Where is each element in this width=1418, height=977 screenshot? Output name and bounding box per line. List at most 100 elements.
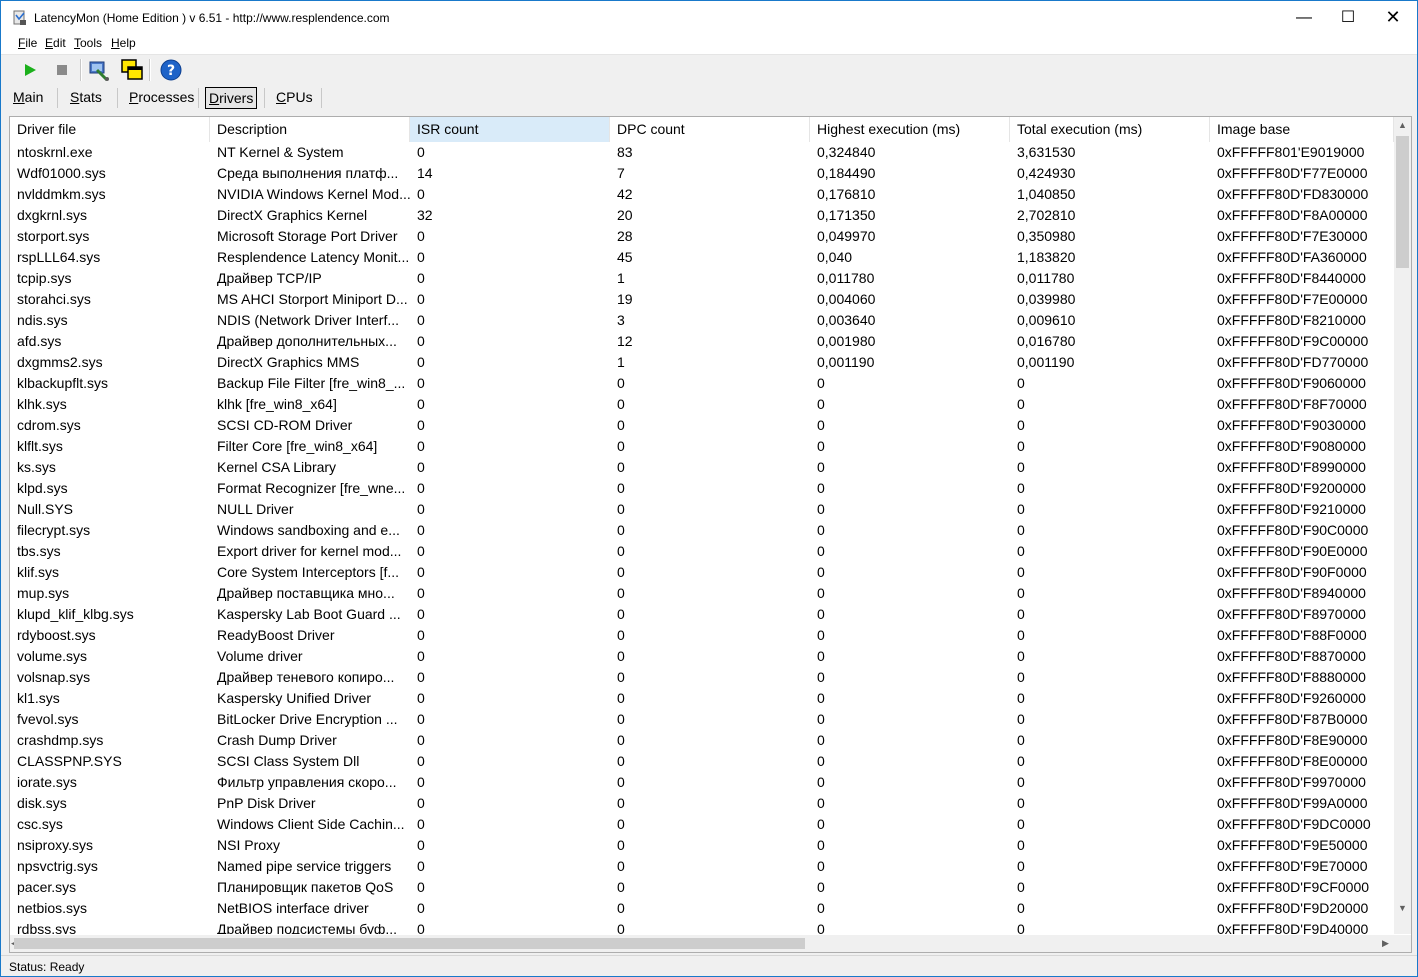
table-row[interactable]: tbs.sys Export driver for kernel mod... 0 0…: [10, 541, 1394, 562]
table-row[interactable]: disk.sys PnP Disk Driver 0 0 0 0 0xFFFFF80D'F9…: [10, 793, 1394, 814]
drivers-list[interactable]: Driver file Description ISR count DPC co…: [9, 116, 1412, 953]
tab-processes[interactable]: Processes: [126, 87, 197, 107]
vertical-scroll-thumb[interactable]: [1396, 136, 1409, 268]
table-row[interactable]: nvlddmkm.sys NVIDIA Windows Kernel Mod...…: [10, 184, 1394, 205]
table-row[interactable]: crashdmp.sys Crash Dump Driver 0 0 0 0 0xFFFFF…: [10, 730, 1394, 751]
cell-image-base: 0xFFFFF80D'F8E00000: [1217, 753, 1368, 769]
table-row[interactable]: klflt.sys Filter Core [fre_win8_x64] 0 0 0 0 0…: [10, 436, 1394, 457]
stop-button[interactable]: [50, 58, 74, 82]
vertical-scrollbar[interactable]: ▲ ▼: [1394, 117, 1411, 934]
table-row[interactable]: cdrom.sys SCSI CD-ROM Driver 0 0 0 0 0xFFFFF80…: [10, 415, 1394, 436]
scroll-up-icon[interactable]: ▲: [1394, 117, 1411, 134]
tab-drivers[interactable]: Drivers: [205, 87, 258, 109]
table-row[interactable]: volsnap.sys Драйвер теневого копиро... 0 0 0…: [10, 667, 1394, 688]
menu-tools[interactable]: Tools: [74, 36, 102, 50]
table-row[interactable]: storport.sys Microsoft Storage Port Drive…: [10, 226, 1394, 247]
menu-help[interactable]: Help: [111, 36, 136, 50]
table-row[interactable]: storahci.sys MS AHCI Storport Miniport D.…: [10, 289, 1394, 310]
horizontal-scroll-thumb[interactable]: [14, 938, 805, 949]
column-highest-execution[interactable]: Highest execution (ms): [810, 117, 1010, 142]
table-row[interactable]: tcpip.sys Драйвер TCP/IP 0 1 0,011780 0,01178…: [10, 268, 1394, 289]
cell-total-execution: 0,001190: [1017, 354, 1075, 370]
table-row[interactable]: rdyboost.sys ReadyBoost Driver 0 0 0 0 0xFFFFF…: [10, 625, 1394, 646]
cell-image-base: 0xFFFFF80D'F8440000: [1217, 270, 1366, 286]
horizontal-scrollbar[interactable]: ◀ ▶: [10, 935, 1394, 952]
table-row[interactable]: netbios.sys NetBIOS interface driver 0 0 0 0 0…: [10, 898, 1394, 919]
maximize-button[interactable]: ☐: [1325, 1, 1371, 34]
table-row[interactable]: Null.SYS NULL Driver 0 0 0 0 0xFFFFF80D'F92100…: [10, 499, 1394, 520]
table-row[interactable]: iorate.sys Фильтр управления скоро... 0 0 0 0…: [10, 772, 1394, 793]
cell-description: Format Recognizer [fre_wne...: [217, 480, 406, 496]
scroll-right-icon[interactable]: ▶: [1377, 935, 1394, 952]
table-row[interactable]: csc.sys Windows Client Side Cachin... 0 0 0 0…: [10, 814, 1394, 835]
cell-image-base: 0xFFFFF80D'F8940000: [1217, 585, 1366, 601]
table-row[interactable]: ks.sys Kernel CSA Library 0 0 0 0 0xFFFFF80D'F…: [10, 457, 1394, 478]
table-row[interactable]: afd.sys Драйвер дополнительных... 0 12 0,001…: [10, 331, 1394, 352]
table-row[interactable]: nsiproxy.sys NSI Proxy 0 0 0 0 0xFFFFF80D'F9E5…: [10, 835, 1394, 856]
cell-dpc-count: 1: [617, 354, 625, 370]
cell-description: Планировщик пакетов QoS: [217, 879, 394, 895]
cell-total-execution: 0: [1017, 690, 1025, 706]
cell-total-execution: 0: [1017, 753, 1025, 769]
table-row[interactable]: npsvctrig.sys Named pipe service triggers…: [10, 856, 1394, 877]
cell-total-execution: 0: [1017, 627, 1025, 643]
tab-cpus[interactable]: CPUs: [273, 87, 316, 107]
cell-description: klhk [fre_win8_x64]: [217, 396, 337, 412]
cell-description: Volume driver: [217, 648, 303, 664]
column-description[interactable]: Description: [210, 117, 410, 142]
cell-driver-file: ndis.sys: [17, 312, 68, 328]
menu-edit[interactable]: Edit: [45, 36, 66, 50]
cell-dpc-count: 0: [617, 669, 625, 685]
scroll-down-icon[interactable]: ▼: [1394, 900, 1411, 917]
cell-description: Filter Core [fre_win8_x64]: [217, 438, 378, 454]
cell-image-base: 0xFFFFF80D'F8F70000: [1217, 396, 1367, 412]
column-driver-file[interactable]: Driver file: [10, 117, 210, 142]
table-row[interactable]: klpd.sys Format Recognizer [fre_wne... 0 0 0…: [10, 478, 1394, 499]
cell-dpc-count: 83: [617, 144, 633, 160]
column-dpc-count[interactable]: DPC count: [610, 117, 810, 142]
table-row[interactable]: fvevol.sys BitLocker Drive Encryption ...…: [10, 709, 1394, 730]
title-bar[interactable]: LatencyMon (Home Edition ) v 6.51 - http…: [1, 1, 1417, 34]
table-row[interactable]: klupd_klif_klbg.sys Kaspersky Lab Boot Gu…: [10, 604, 1394, 625]
table-row[interactable]: dxgmms2.sys DirectX Graphics MMS 0 1 0,00119…: [10, 352, 1394, 373]
table-row[interactable]: ntoskrnl.exe NT Kernel & System 0 83 0,32484…: [10, 142, 1394, 163]
cell-total-execution: 0,011780: [1017, 270, 1075, 286]
help-button[interactable]: ?: [159, 58, 183, 82]
tab-stats[interactable]: Stats: [67, 87, 105, 107]
cell-highest-execution: 0,003640: [817, 312, 876, 328]
close-button[interactable]: ✕: [1370, 1, 1416, 34]
table-row[interactable]: klhk.sys klhk [fre_win8_x64] 0 0 0 0 0xFFFFF80…: [10, 394, 1394, 415]
column-total-execution[interactable]: Total execution (ms): [1010, 117, 1210, 142]
table-row[interactable]: klbackupflt.sys Backup File Filter [fre_w…: [10, 373, 1394, 394]
menu-bar: File Edit Tools Help: [1, 34, 1417, 55]
cell-driver-file: Null.SYS: [17, 501, 74, 517]
toolbar-separator: [149, 59, 151, 81]
table-row[interactable]: dxgkrnl.sys DirectX Graphics Kernel 32 20 0,…: [10, 205, 1394, 226]
table-row[interactable]: rdbss.sys Драйвер подсистемы буф... 0 0 0 0 0x…: [10, 919, 1394, 934]
table-row[interactable]: klif.sys Core System Interceptors [f... 0 0…: [10, 562, 1394, 583]
column-isr-count[interactable]: ISR count: [410, 117, 610, 142]
cell-dpc-count: 0: [617, 606, 625, 622]
cell-driver-file: storport.sys: [17, 228, 90, 244]
minimize-button[interactable]: —: [1281, 1, 1327, 34]
table-row[interactable]: ndis.sys NDIS (Network Driver Interf... 0 3…: [10, 310, 1394, 331]
column-image-base[interactable]: Image base: [1210, 117, 1394, 142]
table-row[interactable]: kl1.sys Kaspersky Unified Driver 0 0 0 0 0xFFF…: [10, 688, 1394, 709]
table-row[interactable]: pacer.sys Планировщик пакетов QoS 0 0 0 0 0xFF…: [10, 877, 1394, 898]
cell-image-base: 0xFFFFF80D'F9DC0000: [1217, 816, 1371, 832]
start-button[interactable]: [18, 58, 42, 82]
tab-main[interactable]: Main: [10, 87, 46, 107]
windows-button[interactable]: [120, 58, 144, 82]
table-row[interactable]: Wdf01000.sys Среда выполнения платф... 14 7…: [10, 163, 1394, 184]
cell-highest-execution: 0: [817, 585, 825, 601]
tools-button[interactable]: [87, 58, 111, 82]
table-row[interactable]: CLASSPNP.SYS SCSI Class System Dll 0 0 0 0 0xF…: [10, 751, 1394, 772]
table-row[interactable]: rspLLL64.sys Resplendence Latency Monit..…: [10, 247, 1394, 268]
cell-isr-count: 0: [417, 858, 425, 874]
cell-description: Драйвер TCP/IP: [217, 270, 322, 286]
table-row[interactable]: volume.sys Volume driver 0 0 0 0 0xFFFFF80D'F8…: [10, 646, 1394, 667]
table-row[interactable]: mup.sys Драйвер поставщика мно... 0 0 0 0 0xFF…: [10, 583, 1394, 604]
menu-file[interactable]: File: [18, 36, 37, 50]
table-row[interactable]: filecrypt.sys Windows sandboxing and e...…: [10, 520, 1394, 541]
cell-description: DirectX Graphics Kernel: [217, 207, 368, 223]
